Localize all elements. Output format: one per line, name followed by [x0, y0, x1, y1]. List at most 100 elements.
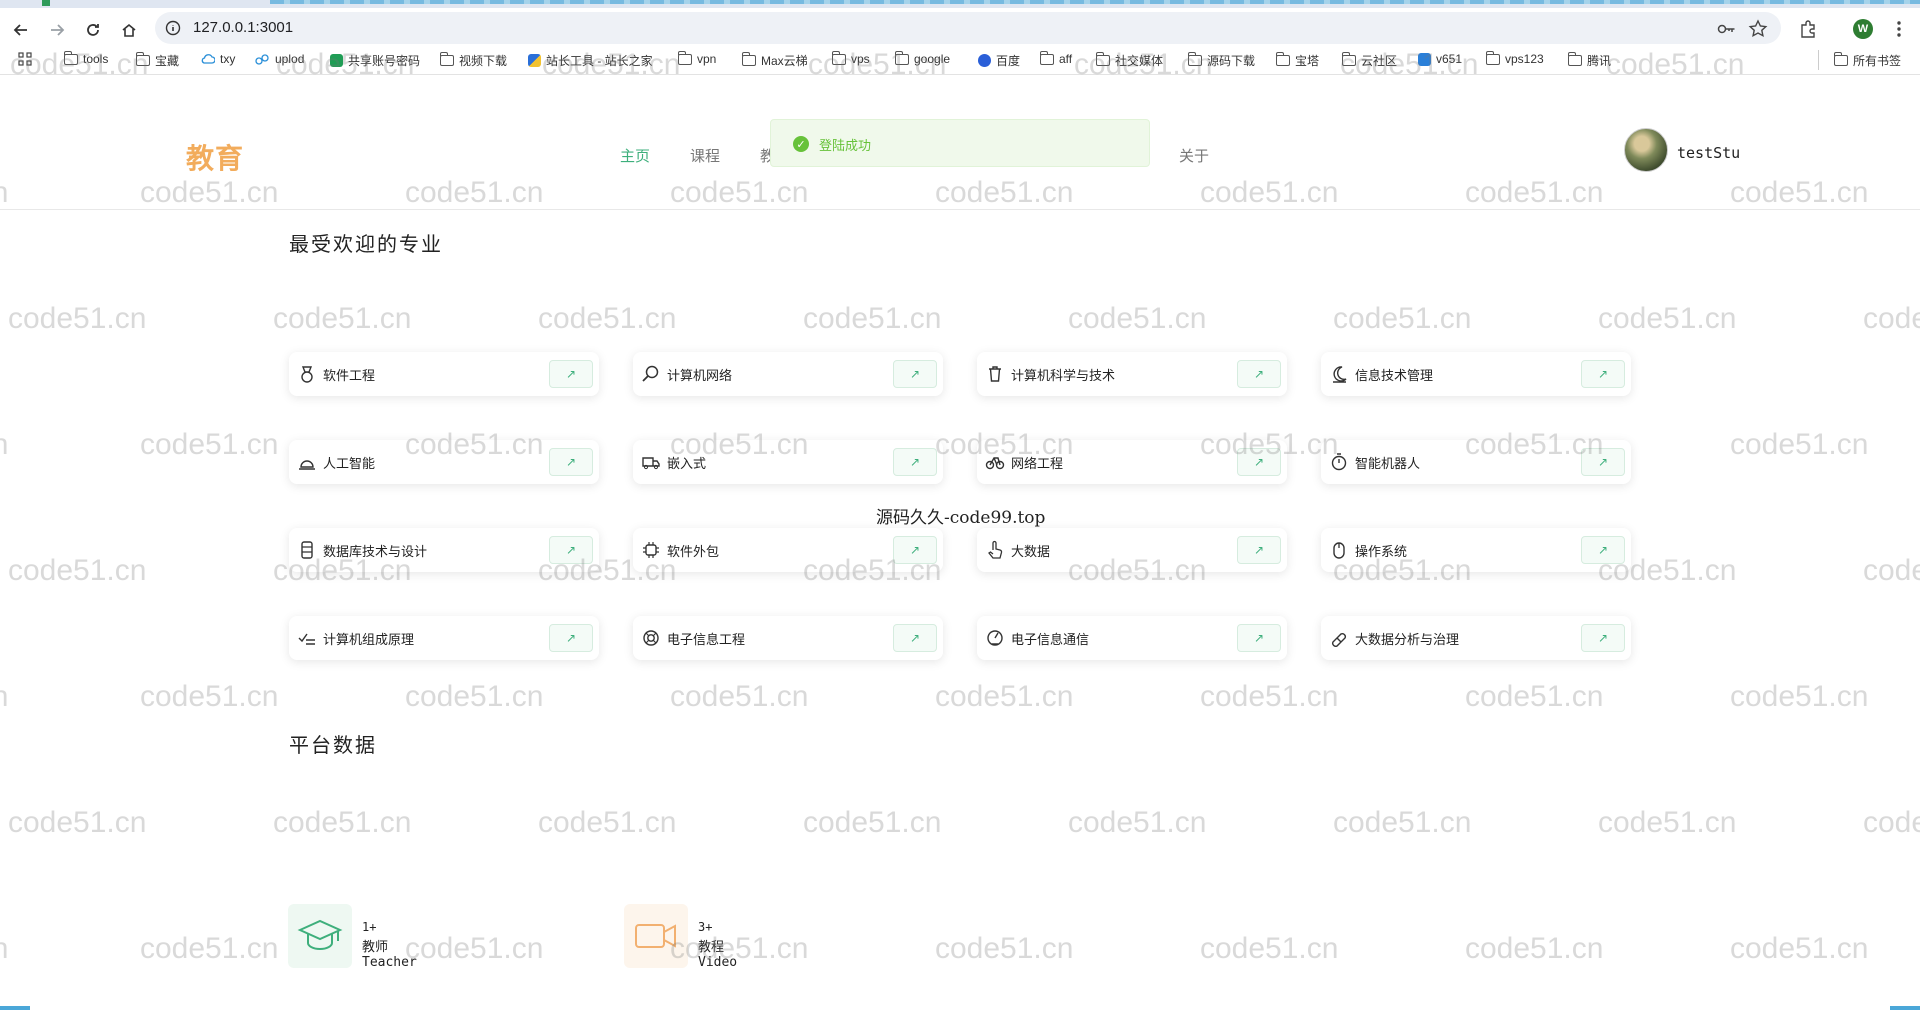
- home-button[interactable]: [116, 17, 142, 43]
- all-bookmarks-label: 所有书签: [1853, 54, 1902, 68]
- site-info-icon[interactable]: [165, 20, 181, 36]
- pointer-hand-icon: [988, 540, 1003, 559]
- major-card[interactable]: 电子信息工程 ↗: [633, 616, 943, 660]
- major-label: 信息技术管理: [1355, 369, 1434, 384]
- bell-icon: [299, 460, 315, 470]
- bookmark-item[interactable]: v651: [1418, 52, 1462, 66]
- major-open-button[interactable]: ↗: [893, 448, 937, 476]
- bookmark-item[interactable]: 共享账号密码: [330, 52, 420, 69]
- folder-icon: [135, 52, 150, 66]
- major-open-button[interactable]: ↗: [1581, 536, 1625, 564]
- major-open-button[interactable]: ↗: [893, 624, 937, 652]
- bookmark-item[interactable]: 百度: [978, 52, 1020, 69]
- watermark-text: code51.cn: [1730, 680, 1869, 713]
- nav-about[interactable]: 关于: [1179, 145, 1209, 166]
- bookmark-label: 宝藏: [155, 54, 180, 68]
- major-open-button[interactable]: ↗: [549, 536, 593, 564]
- major-open-button[interactable]: ↗: [1581, 624, 1625, 652]
- bookmark-item[interactable]: 宝藏: [135, 52, 180, 69]
- major-open-button[interactable]: ↗: [1237, 536, 1281, 564]
- nav-courses[interactable]: 课程: [690, 145, 720, 166]
- major-open-button[interactable]: ↗: [549, 448, 593, 476]
- watermark-text: code51.cn: [1333, 806, 1472, 839]
- major-card[interactable]: 网络工程 ↗: [977, 440, 1287, 484]
- major-card[interactable]: 计算机组成原理 ↗: [289, 616, 599, 660]
- major-open-button[interactable]: ↗: [893, 536, 937, 564]
- profile-avatar[interactable]: W: [1853, 19, 1873, 39]
- url-text[interactable]: 127.0.0.1:3001: [193, 19, 293, 36]
- forward-button[interactable]: [44, 17, 70, 43]
- page-edge-accent-left: [0, 1006, 30, 1010]
- bookmark-item[interactable]: vps123: [1485, 50, 1544, 66]
- major-open-button[interactable]: ↗: [1237, 624, 1281, 652]
- major-open-button[interactable]: ↗: [549, 624, 593, 652]
- major-card[interactable]: 数据库技术与设计 ↗: [289, 528, 599, 572]
- bookmark-star-icon[interactable]: [1747, 18, 1769, 40]
- major-label: 计算机科学与技术: [1011, 369, 1116, 384]
- bookmark-label: 源码下载: [1207, 54, 1256, 68]
- apps-grid-button[interactable]: [18, 52, 32, 66]
- major-label: 计算机组成原理: [323, 633, 415, 648]
- nav-home[interactable]: 主页: [620, 145, 650, 166]
- bookmark-item[interactable]: vpn: [677, 50, 716, 66]
- stopwatch-icon: [1331, 453, 1347, 471]
- bookmarks-bar: tools 宝藏 txy uplod 共享账号密码 视频下载 站长工具 - 站长之家 vpn M…: [0, 48, 1920, 74]
- major-open-button[interactable]: ↗: [893, 360, 937, 388]
- major-open-button[interactable]: ↗: [1581, 448, 1625, 476]
- watermark-text: code51.cn: [140, 932, 279, 965]
- major-card[interactable]: 软件外包 ↗: [633, 528, 943, 572]
- bookmark-item[interactable]: Max云梯: [741, 52, 808, 69]
- major-label: 数据库技术与设计: [323, 545, 428, 560]
- bookmark-item[interactable]: 腾讯: [1567, 52, 1611, 69]
- watermark-text: code51.cn: [405, 680, 544, 713]
- watermark-text: code51.cn: [1863, 806, 1920, 839]
- major-open-button[interactable]: ↗: [1581, 360, 1625, 388]
- apps-grid-icon: [18, 52, 32, 66]
- bookmark-item[interactable]: txy: [200, 52, 235, 66]
- bookmark-item[interactable]: 社交媒体: [1095, 52, 1163, 69]
- all-bookmarks-button[interactable]: 所有书签: [1833, 52, 1902, 69]
- address-bar[interactable]: 127.0.0.1:3001: [155, 12, 1781, 44]
- major-card[interactable]: 嵌入式 ↗: [633, 440, 943, 484]
- extensions-puzzle-icon[interactable]: [1797, 18, 1819, 40]
- back-button[interactable]: [8, 17, 34, 43]
- major-card[interactable]: 大数据分析与治理 ↗: [1321, 616, 1631, 660]
- user-avatar[interactable]: [1624, 128, 1668, 172]
- major-card[interactable]: 电子信息通信 ↗: [977, 616, 1287, 660]
- bookmark-item[interactable]: aff: [1039, 50, 1072, 66]
- bookmark-item[interactable]: tools: [63, 50, 108, 66]
- major-card[interactable]: 信息技术管理 ↗: [1321, 352, 1631, 396]
- bookmark-item[interactable]: 宝塔: [1275, 52, 1319, 69]
- bookmark-label: 共享账号密码: [348, 54, 421, 68]
- major-card[interactable]: 计算机网络 ↗: [633, 352, 943, 396]
- major-open-button[interactable]: ↗: [549, 360, 593, 388]
- bookmark-item[interactable]: 云社区: [1341, 52, 1397, 69]
- watermark-text: code51.cn: [8, 302, 147, 335]
- bicycle-icon: [985, 457, 1005, 470]
- bookmark-item[interactable]: google: [894, 50, 950, 66]
- reload-button[interactable]: [80, 17, 106, 43]
- username[interactable]: testStu: [1677, 144, 1740, 162]
- tab-favicon-icon: [42, 0, 50, 6]
- major-card[interactable]: 人工智能 ↗: [289, 440, 599, 484]
- major-card[interactable]: 操作系统 ↗: [1321, 528, 1631, 572]
- site-logo[interactable]: 教育: [186, 137, 244, 177]
- password-key-icon[interactable]: [1715, 18, 1737, 40]
- more-menu-icon[interactable]: [1888, 18, 1910, 40]
- bookmark-item[interactable]: 视频下载: [439, 52, 507, 69]
- major-open-button[interactable]: ↗: [1237, 448, 1281, 476]
- major-card[interactable]: 智能机器人 ↗: [1321, 440, 1631, 484]
- page-edge-accent-right: [1890, 1006, 1920, 1010]
- watermark-text: code51.cn: [1465, 680, 1604, 713]
- bookmark-item[interactable]: 站长工具 - 站长之家: [528, 52, 653, 69]
- bookmark-item[interactable]: vps: [831, 50, 870, 66]
- major-card[interactable]: 大数据 ↗: [977, 528, 1287, 572]
- major-card[interactable]: 软件工程 ↗: [289, 352, 599, 396]
- bookmark-item[interactable]: 源码下载: [1187, 52, 1256, 69]
- major-card[interactable]: 计算机科学与技术 ↗: [977, 352, 1287, 396]
- watermark-text: code51.cn: [670, 932, 809, 965]
- major-open-button[interactable]: ↗: [1237, 360, 1281, 388]
- bookmark-item[interactable]: uplod: [255, 52, 304, 66]
- watermark-text: code51.cn: [273, 302, 412, 335]
- chip-icon: [643, 542, 659, 558]
